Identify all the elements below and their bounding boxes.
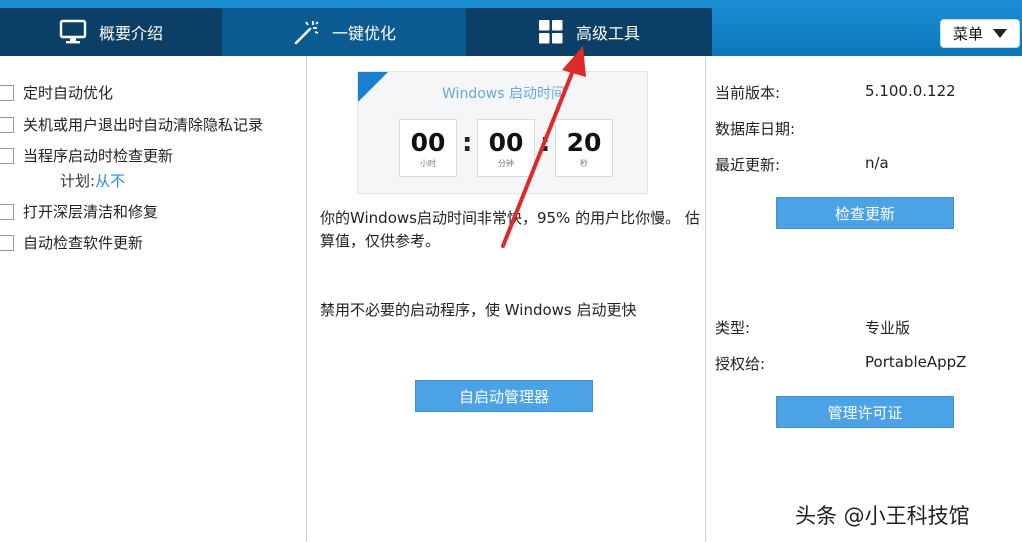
time-separator: : [540,128,551,158]
boot-time-card: Windows 启动时间 00 小时 : 00 分钟 : 20 秒 [357,71,648,194]
version-value: 5.100.0.122 [865,82,956,100]
caret-down-icon [993,29,1007,38]
schedule-plan: 计划:从不 [60,170,125,191]
version-label: 当前版本: [715,84,781,102]
boot-time-title: Windows 启动时间 [442,86,565,102]
tab-one-click-optimize-label: 一键优化 [331,24,396,43]
option-label: 自动检查软件更新 [23,234,144,252]
db-date-label: 数据库日期: [715,120,796,138]
tab-advanced-tools[interactable]: 高级工具 [466,8,712,56]
manage-license-button[interactable]: 管理许可证 [776,396,954,428]
last-update-label: 最近更新: [715,156,781,174]
option-scheduled-optimize[interactable]: 定时自动优化 [0,82,113,103]
startup-manager-button[interactable]: 自启动管理器 [415,380,593,412]
boot-time-result-text: 你的Windows启动时间非常快，95% 的用户比你慢。 估算值，仅供参考。 [320,209,700,250]
tab-overview[interactable]: 概要介绍 [0,8,222,56]
startup-tip-text: 禁用不必要的启动程序，使 Windows 启动更快 [320,301,637,319]
check-update-button[interactable]: 检查更新 [776,197,954,229]
plan-value-link[interactable]: 从不 [95,172,125,190]
hours-box: 00 小时 [399,119,457,177]
license-type-value: 专业版 [865,319,911,337]
option-label: 定时自动优化 [23,84,114,102]
option-label: 关机或用户退出时自动清除隐私记录 [23,116,264,134]
time-separator: : [462,128,473,158]
tab-overview-label: 概要介绍 [98,24,163,43]
license-type-label: 类型: [715,319,751,337]
hours-unit: 小时 [420,159,436,168]
checkbox[interactable] [0,116,14,133]
hours-value: 00 [410,128,446,157]
column-divider-left [306,56,307,542]
seconds-value: 20 [566,128,602,157]
minutes-unit: 分钟 [498,159,514,168]
option-auto-check-software-update[interactable]: 自动检查软件更新 [0,232,143,253]
menu-button-label: 菜单 [952,25,983,43]
seconds-box: 20 秒 [555,119,613,177]
checkbox[interactable] [0,203,14,220]
minutes-box: 00 分钟 [477,119,535,177]
seconds-unit: 秒 [580,159,588,168]
licensed-to-label: 授权给: [715,355,766,373]
watermark-text: 头条 @小王科技馆 [795,504,970,528]
magic-wand-icon [292,19,320,45]
grid-icon [538,19,564,45]
plan-label: 计划: [60,172,96,190]
tab-one-click-optimize[interactable]: 一键优化 [222,8,466,56]
option-deep-clean-repair[interactable]: 打开深层清洁和修复 [0,201,158,222]
tab-advanced-tools-label: 高级工具 [575,24,640,43]
top-navigation-bar: 概要介绍 一键优化 高级工具 菜单 [0,0,1022,56]
option-label: 打开深层清洁和修复 [23,203,159,221]
menu-button[interactable]: 菜单 [940,19,1020,48]
option-label: 当程序启动时检查更新 [23,147,174,165]
checkbox[interactable] [0,234,14,251]
minutes-value: 00 [488,128,524,157]
checkbox[interactable] [0,84,14,101]
checkbox[interactable] [0,147,14,164]
licensed-to-value: PortableAppZ [865,353,967,371]
option-check-update-on-start[interactable]: 当程序启动时检查更新 [0,145,173,166]
column-divider-right [705,56,706,542]
option-clear-privacy-on-exit[interactable]: 关机或用户退出时自动清除隐私记录 [0,114,263,135]
last-update-value: n/a [865,154,889,172]
monitor-icon [59,19,87,45]
